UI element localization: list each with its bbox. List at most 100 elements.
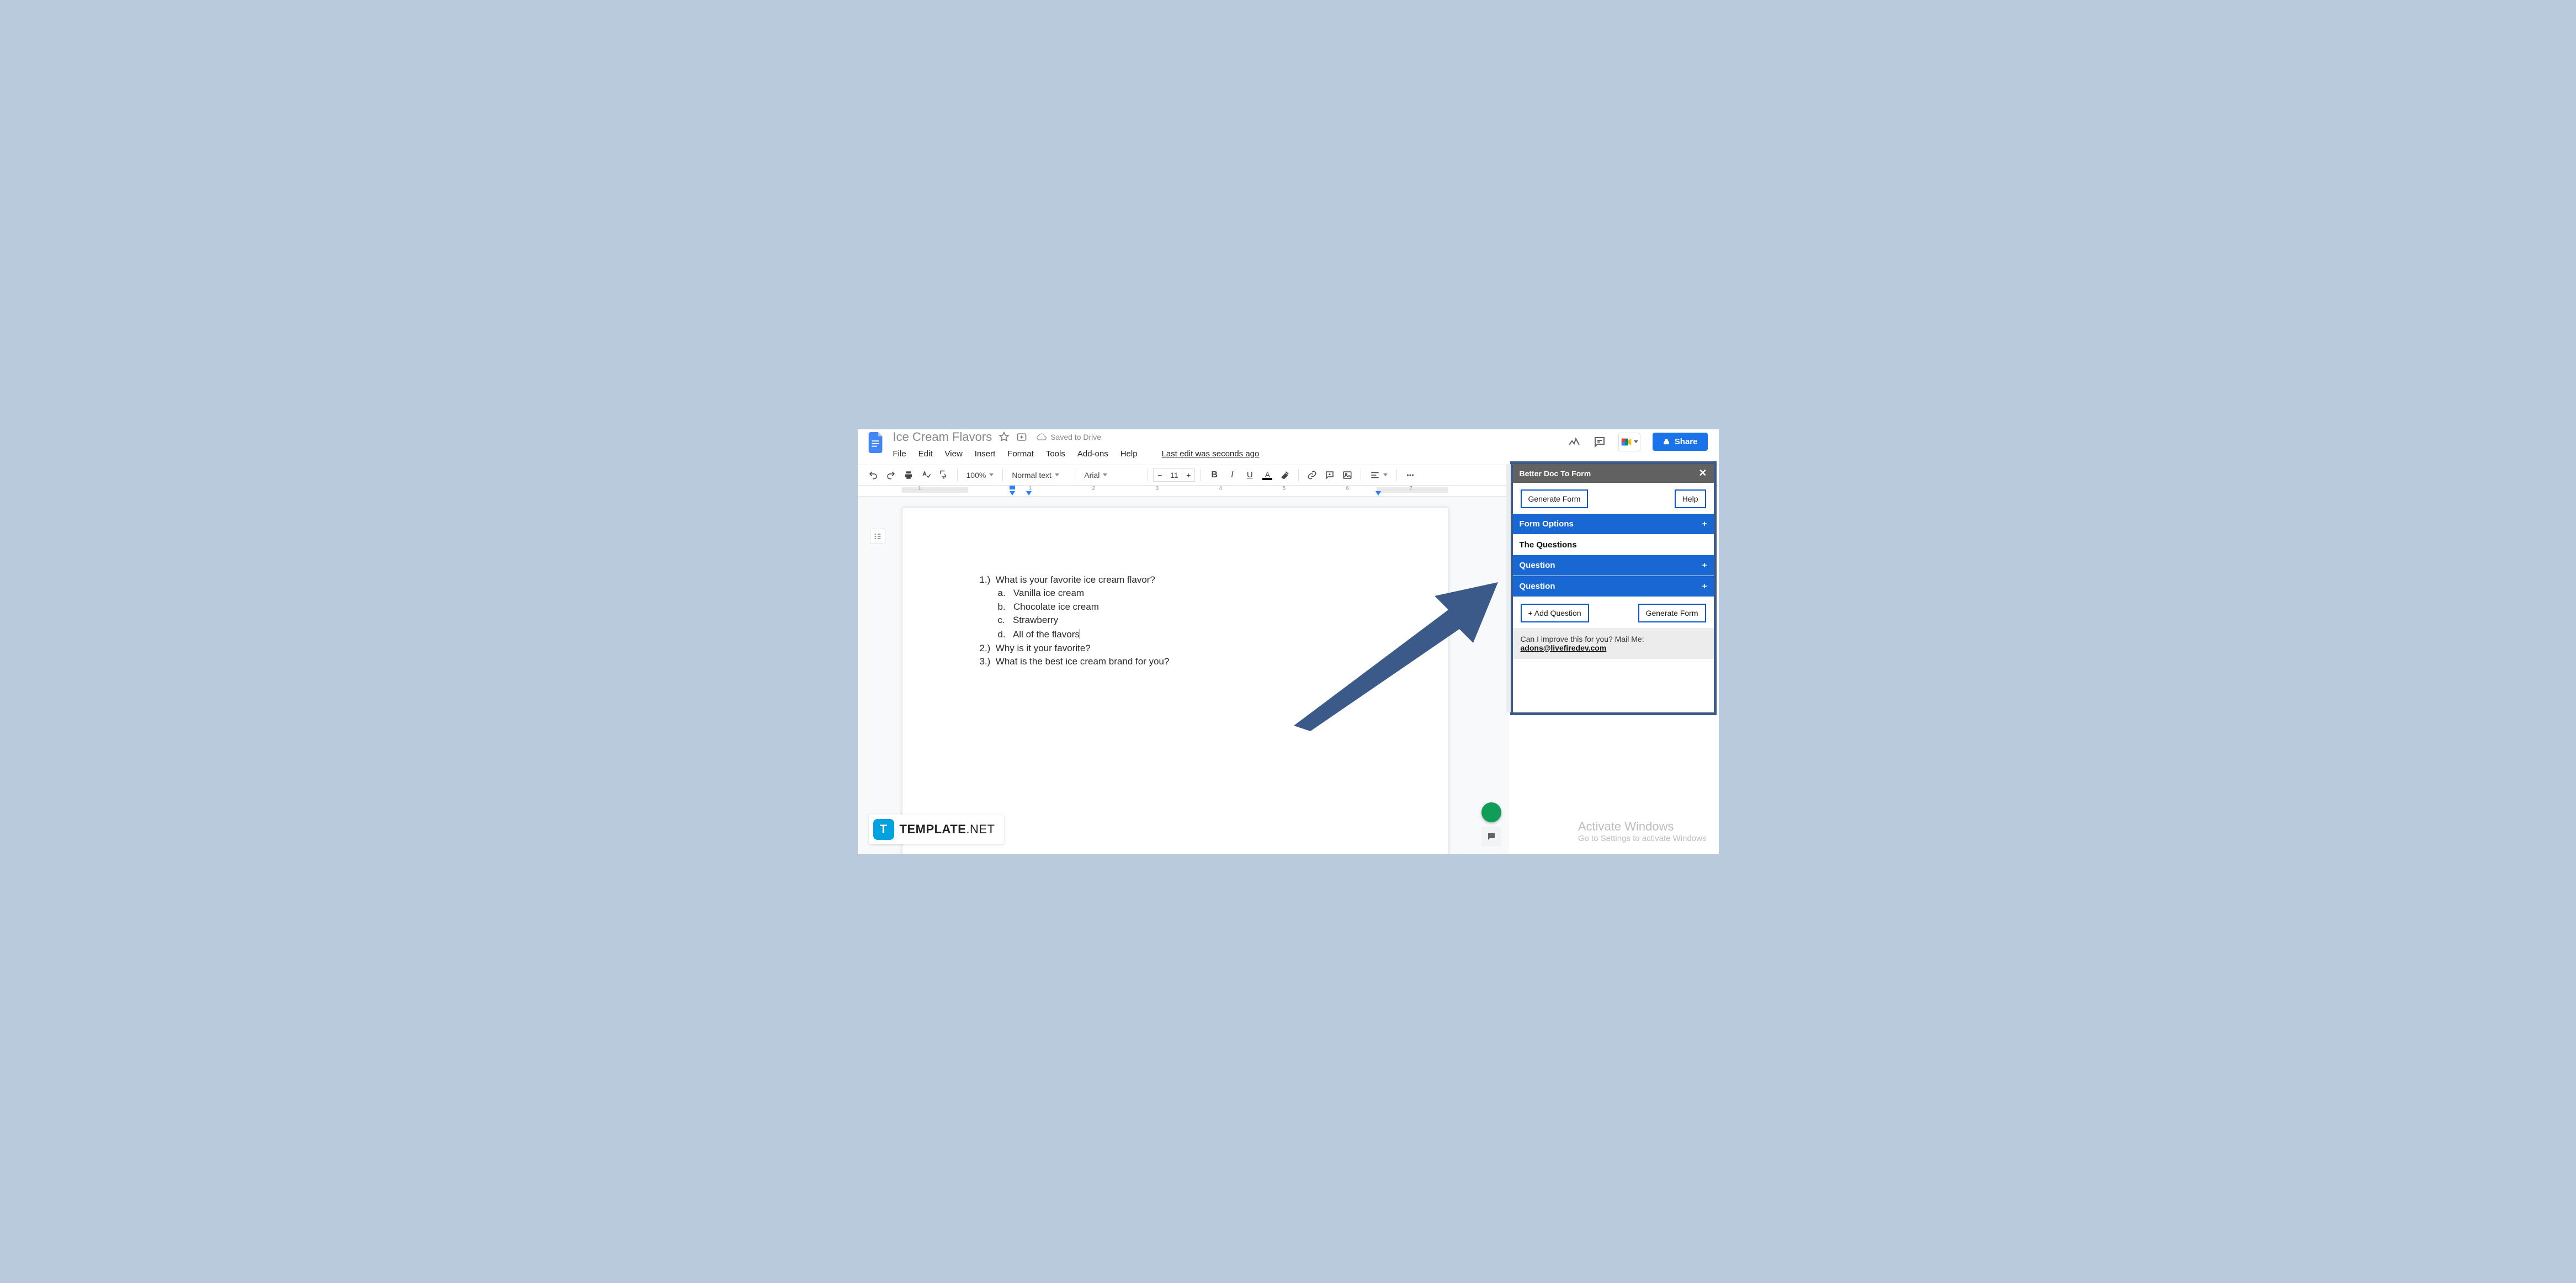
scrollbar-track[interactable] [1506, 464, 1511, 712]
footer-text: Can I improve this for you? Mail Me: [1521, 635, 1644, 643]
ruler-num: 6 [1346, 486, 1350, 492]
activate-line2: Go to Settings to activate Windows [1578, 834, 1707, 843]
doc-line: d. All of the flavors [980, 627, 1170, 642]
activity-icon[interactable] [1568, 435, 1581, 449]
explore-fab-icon[interactable] [1481, 802, 1501, 822]
menu-file[interactable]: File [893, 449, 906, 459]
italic-icon[interactable]: I [1224, 467, 1240, 483]
menu-edit[interactable]: Edit [918, 449, 933, 459]
menu-view[interactable]: View [945, 449, 963, 459]
help-button[interactable]: Help [1675, 489, 1706, 508]
activate-line1: Activate Windows [1578, 819, 1707, 834]
indent-first-line-marker[interactable] [1010, 486, 1015, 489]
align-dropdown[interactable] [1367, 470, 1391, 480]
form-options-section[interactable]: Form Options+ [1513, 514, 1714, 535]
outline-toggle-icon[interactable] [870, 529, 885, 544]
menu-tools[interactable]: Tools [1046, 449, 1065, 459]
comments-icon[interactable] [1593, 435, 1606, 449]
redo-icon[interactable] [883, 467, 899, 483]
separator [1396, 469, 1397, 481]
paint-format-icon[interactable] [936, 467, 952, 483]
separator [1298, 469, 1299, 481]
separator [957, 469, 958, 481]
indent-right-marker[interactable] [1375, 491, 1381, 496]
plus-icon: + [1702, 561, 1707, 570]
doc-line: c. Strawberry [980, 614, 1170, 627]
menu-insert[interactable]: Insert [975, 449, 996, 459]
ruler-num: 4 [1219, 486, 1223, 492]
generate-form-button[interactable]: Generate Form [1521, 489, 1589, 508]
addon-sidebar: Better Doc To Form ✕ Generate Form Help … [1510, 461, 1717, 715]
ruler-margin-left [902, 487, 968, 493]
footer-email-link[interactable]: adons@livefiredev.com [1521, 643, 1607, 652]
titlebar-right: Share [1568, 433, 1708, 451]
app-window: Ice Cream Flavors Saved to Drive File Ed… [858, 429, 1719, 854]
share-button[interactable]: Share [1653, 433, 1708, 451]
separator [1147, 469, 1148, 481]
feedback-icon[interactable] [1481, 827, 1501, 847]
plus-icon: + [1702, 582, 1707, 591]
move-icon[interactable] [1016, 432, 1027, 443]
the-questions-label: The Questions [1513, 535, 1714, 555]
question-section-2[interactable]: Question+ [1513, 576, 1714, 597]
font-size-control[interactable]: − 11 + [1153, 469, 1195, 482]
ruler-num: 7 [1410, 486, 1413, 492]
link-icon[interactable] [1304, 467, 1320, 483]
more-icon[interactable] [1403, 467, 1418, 483]
saved-text: Saved to Drive [1050, 433, 1101, 441]
font-size-value[interactable]: 11 [1166, 469, 1182, 481]
menu-bar: File Edit View Insert Format Tools Add-o… [893, 445, 1260, 459]
ruler-num: 2 [1092, 486, 1096, 492]
page-content[interactable]: 1.) What is your favorite ice cream flav… [980, 573, 1170, 669]
highlight-icon[interactable] [1277, 467, 1293, 483]
activate-windows-watermark: Activate Windows Go to Settings to activ… [1578, 819, 1707, 843]
indent-left-marker[interactable] [1010, 491, 1015, 496]
plus-icon: + [1702, 519, 1707, 529]
template-net-text: TEMPLATE.NET [900, 822, 995, 837]
generate-form-button-2[interactable]: Generate Form [1638, 604, 1706, 622]
undo-icon[interactable] [865, 467, 881, 483]
title-bar: Ice Cream Flavors Saved to Drive File Ed… [858, 429, 1719, 465]
template-net-logo-icon: T [873, 819, 894, 840]
cloud-status: Saved to Drive [1036, 433, 1101, 441]
addon-title: Better Doc To Form [1520, 469, 1591, 478]
menu-help[interactable]: Help [1120, 449, 1138, 459]
indent-hanging-marker[interactable] [1026, 491, 1032, 496]
bold-icon[interactable]: B [1207, 467, 1222, 483]
last-edit-link[interactable]: Last edit was seconds ago [1162, 449, 1260, 459]
doc-line: 3.) What is the best ice cream brand for… [980, 655, 1170, 669]
star-icon[interactable] [998, 432, 1010, 443]
ruler-num: 3 [1156, 486, 1159, 492]
print-icon[interactable] [901, 467, 916, 483]
docs-logo-icon[interactable] [865, 432, 888, 454]
decrease-font-icon[interactable]: − [1154, 471, 1166, 480]
document-canvas: 1.) What is your favorite ice cream flav… [858, 497, 1509, 854]
font-dropdown[interactable]: Arial [1081, 471, 1141, 480]
document-title[interactable]: Ice Cream Flavors [893, 430, 992, 444]
page[interactable]: 1.) What is your favorite ice cream flav… [902, 508, 1448, 854]
style-dropdown[interactable]: Normal text [1008, 471, 1069, 480]
close-icon[interactable]: ✕ [1698, 467, 1707, 479]
ruler[interactable]: 1 1 2 3 4 5 6 7 [858, 486, 1509, 497]
ruler-num: 1 [918, 486, 922, 492]
ruler-num: 5 [1283, 486, 1286, 492]
doc-line: 2.) Why is it your favorite? [980, 642, 1170, 656]
menu-format[interactable]: Format [1007, 449, 1034, 459]
template-net-badge: T TEMPLATE.NET [869, 814, 1004, 844]
addon-header: Better Doc To Form ✕ [1513, 464, 1714, 483]
doc-line: a. Vanilla ice cream [980, 587, 1170, 600]
underline-icon[interactable]: U [1242, 467, 1257, 483]
question-section-1[interactable]: Question+ [1513, 555, 1714, 576]
insert-image-icon[interactable] [1340, 467, 1355, 483]
spellcheck-icon[interactable] [918, 467, 934, 483]
text-color-icon[interactable]: A [1260, 467, 1275, 483]
separator [1002, 469, 1003, 481]
add-question-button[interactable]: + Add Question [1521, 604, 1589, 622]
add-comment-icon[interactable] [1322, 467, 1337, 483]
increase-font-icon[interactable]: + [1182, 471, 1194, 480]
zoom-dropdown[interactable]: 100% [963, 471, 997, 480]
addon-footer: Can I improve this for you? Mail Me: ado… [1513, 628, 1714, 659]
menu-addons[interactable]: Add-ons [1077, 449, 1108, 459]
meet-button[interactable] [1618, 433, 1640, 451]
doc-line: 1.) What is your favorite ice cream flav… [980, 573, 1170, 587]
